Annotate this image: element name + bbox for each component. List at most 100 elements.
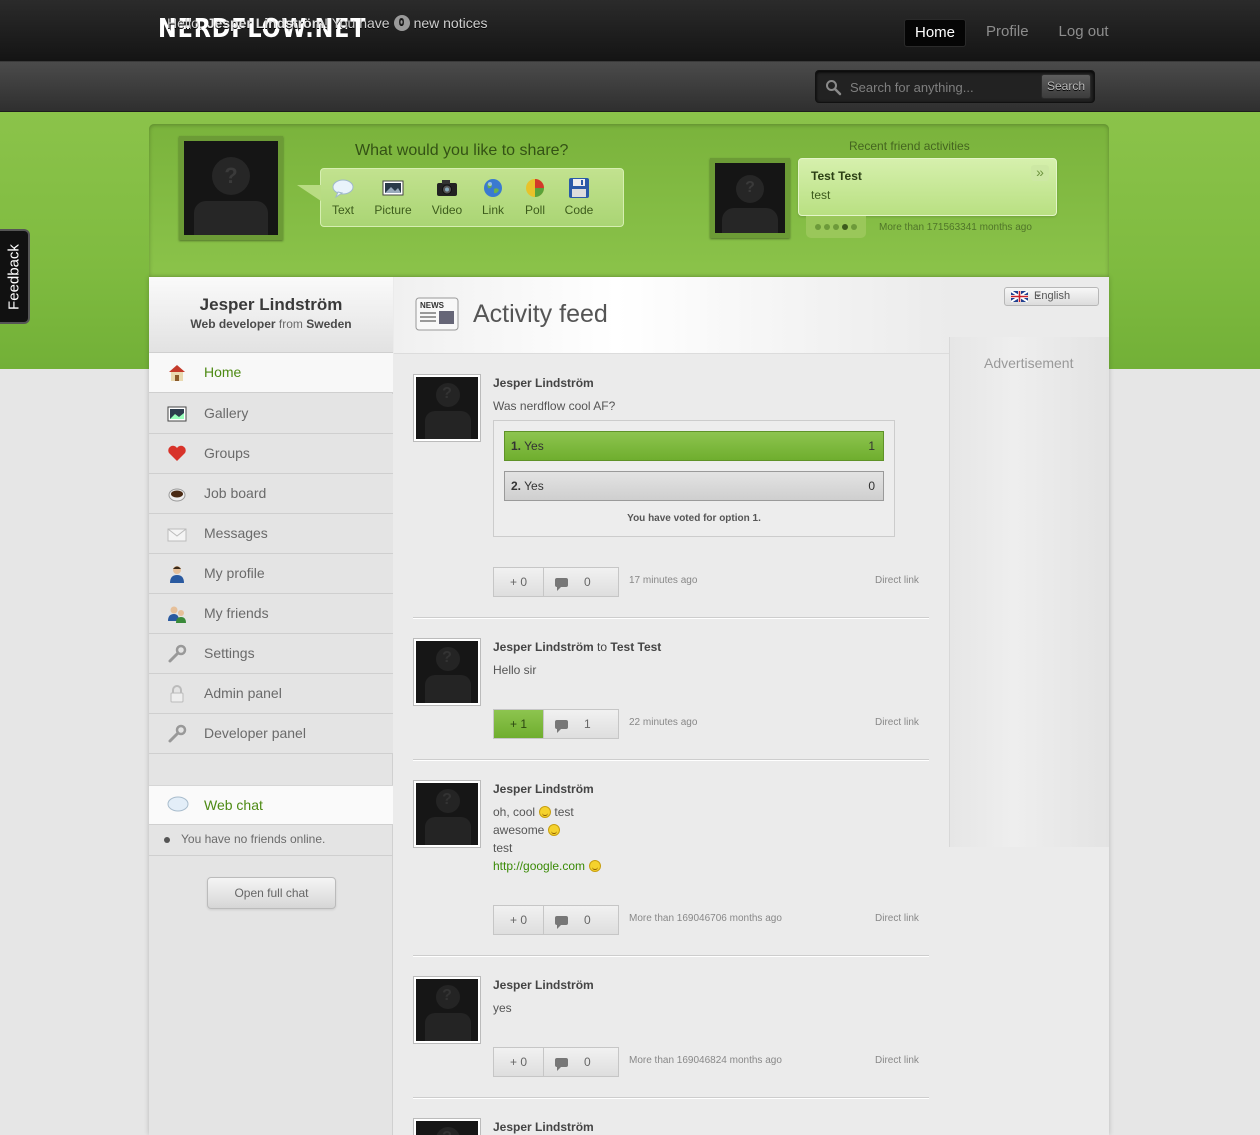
next-activity-button[interactable]: » bbox=[1031, 165, 1049, 181]
offline-dot-icon bbox=[164, 837, 170, 843]
open-full-chat-button[interactable]: Open full chat bbox=[207, 877, 336, 909]
like-button[interactable]: + 0 bbox=[494, 906, 544, 934]
share-poll-label: Poll bbox=[524, 203, 545, 217]
sidebar-item-gallery[interactable]: Gallery bbox=[149, 394, 393, 434]
post-author[interactable]: Jesper Lindström bbox=[493, 1120, 594, 1134]
sidebar-item-job-board[interactable]: Job board bbox=[149, 474, 393, 514]
sidebar-item-admin-panel[interactable]: Admin panel bbox=[149, 674, 393, 714]
poll: 1. Yes 1 2. Yes 0 You have voted for opt… bbox=[493, 420, 895, 537]
share-options: Text Picture Video Link Poll Code bbox=[297, 168, 624, 227]
newspaper-icon: NEWS bbox=[415, 297, 459, 331]
chat-bubble-icon bbox=[167, 796, 189, 812]
comment-button[interactable]: 0 bbox=[544, 906, 618, 934]
sidebar-item-my-profile[interactable]: My profile bbox=[149, 554, 393, 594]
direct-link[interactable]: Direct link bbox=[875, 575, 919, 586]
nav-logout[interactable]: Log out bbox=[1049, 19, 1119, 47]
envelope-icon bbox=[167, 528, 187, 542]
language-select[interactable]: English ⌄ bbox=[1004, 287, 1099, 306]
share-text-label: Text bbox=[331, 203, 354, 217]
pager-dot[interactable] bbox=[824, 224, 830, 230]
nav-profile[interactable]: Profile bbox=[976, 19, 1039, 47]
post-author[interactable]: Jesper Lindström bbox=[493, 376, 594, 390]
like-button[interactable]: + 1 bbox=[494, 710, 544, 738]
post-actions: + 0 0 bbox=[493, 1047, 619, 1077]
nav-home[interactable]: Home bbox=[904, 19, 967, 47]
share-link[interactable]: Link bbox=[481, 177, 505, 217]
share-poll[interactable]: Poll bbox=[523, 177, 547, 217]
profile-name[interactable]: Jesper Lindström bbox=[149, 295, 393, 315]
smiley-icon bbox=[589, 860, 602, 872]
web-chat-header[interactable]: Web chat bbox=[149, 785, 393, 825]
comment-button[interactable]: 0 bbox=[544, 1048, 618, 1076]
chat-empty-text: You have no friends online. bbox=[181, 832, 326, 846]
post-actions: + 0 0 bbox=[493, 567, 619, 597]
post-actions: + 1 1 bbox=[493, 709, 619, 739]
direct-link[interactable]: Direct link bbox=[875, 913, 919, 924]
sidebar-item-messages[interactable]: Messages bbox=[149, 514, 393, 554]
recent-activity-card[interactable]: Test Test test » bbox=[798, 158, 1057, 216]
share-video-label: Video bbox=[431, 203, 463, 217]
pager-dot-active[interactable] bbox=[842, 224, 848, 230]
smiley-icon bbox=[548, 824, 561, 836]
post-avatar[interactable]: ? bbox=[413, 976, 481, 1044]
recent-activity-time: More than 171563341 months ago bbox=[879, 222, 1032, 233]
comment-icon bbox=[555, 1058, 568, 1071]
sidebar-item-settings[interactable]: Settings bbox=[149, 634, 393, 674]
sidebar-item-home[interactable]: Home bbox=[149, 353, 393, 393]
search-button[interactable]: Search bbox=[1041, 74, 1091, 99]
comment-icon bbox=[555, 578, 568, 591]
notice-count-badge[interactable]: 0 bbox=[393, 15, 410, 31]
pager-dot[interactable] bbox=[833, 224, 839, 230]
sidebar-item-label: Job board bbox=[204, 485, 267, 501]
recent-activity-name[interactable]: Test Test bbox=[811, 169, 862, 183]
direct-link[interactable]: Direct link bbox=[875, 717, 919, 728]
post-link[interactable]: http://google.com bbox=[493, 859, 585, 873]
sidebar-item-label: My profile bbox=[204, 565, 265, 581]
pager-dot[interactable] bbox=[815, 224, 821, 230]
globe-icon bbox=[484, 179, 502, 197]
search-input[interactable] bbox=[850, 77, 1040, 97]
user-avatar[interactable]: ? bbox=[179, 136, 283, 240]
poll-option-votes: 0 bbox=[868, 479, 875, 493]
chevron-down-icon: ⌄ bbox=[1034, 289, 1043, 300]
sidebar-item-label: Admin panel bbox=[204, 685, 282, 701]
poll-option[interactable]: 1. Yes 1 bbox=[504, 431, 884, 461]
user-icon bbox=[170, 566, 184, 583]
direct-link[interactable]: Direct link bbox=[875, 1055, 919, 1066]
share-text[interactable]: Text bbox=[331, 177, 355, 217]
sidebar-item-developer-panel[interactable]: Developer panel bbox=[149, 714, 393, 754]
comment-button[interactable]: 0 bbox=[544, 568, 618, 596]
post-avatar[interactable]: ? bbox=[413, 638, 481, 706]
greeting-name[interactable]: Jesper Lindström bbox=[207, 15, 324, 31]
post-avatar[interactable]: ? bbox=[413, 780, 481, 848]
wrench-icon bbox=[168, 724, 187, 743]
share-picture[interactable]: Picture bbox=[373, 177, 413, 217]
profile-subtitle: Web developer from Sweden bbox=[190, 317, 352, 331]
post-avatar[interactable]: ? bbox=[413, 374, 481, 442]
sidebar-item-my-friends[interactable]: My friends bbox=[149, 594, 393, 634]
post-avatar[interactable]: ? bbox=[413, 1118, 481, 1135]
post-author[interactable]: Jesper Lindström bbox=[493, 978, 594, 992]
pager-dot[interactable] bbox=[851, 224, 857, 230]
share-link-label: Link bbox=[481, 203, 504, 217]
friend-avatar[interactable]: ? bbox=[710, 158, 790, 238]
wrench-icon bbox=[168, 644, 187, 663]
share-video[interactable]: Video bbox=[431, 177, 463, 217]
recent-activity-text: test bbox=[811, 188, 831, 202]
feedback-tab[interactable]: Feedback bbox=[0, 229, 30, 324]
top-nav: Home Profile Log out bbox=[904, 19, 1119, 47]
svg-text:NEWS: NEWS bbox=[420, 301, 445, 310]
post-time: More than 169046706 months ago bbox=[629, 913, 782, 924]
share-code[interactable]: Code bbox=[564, 177, 594, 217]
like-button[interactable]: + 0 bbox=[494, 1048, 544, 1076]
post-separator bbox=[413, 955, 929, 956]
post-text: Hello sir bbox=[493, 663, 537, 677]
sidebar-item-groups[interactable]: Groups bbox=[149, 434, 393, 474]
activity-pager bbox=[806, 216, 866, 238]
sidebar-item-label: Home bbox=[204, 364, 242, 380]
heart-icon bbox=[168, 445, 186, 461]
comment-button[interactable]: 1 bbox=[544, 710, 618, 738]
like-button[interactable]: + 0 bbox=[494, 568, 544, 596]
post-author[interactable]: Jesper Lindström bbox=[493, 782, 594, 796]
poll-option[interactable]: 2. Yes 0 bbox=[504, 471, 884, 501]
